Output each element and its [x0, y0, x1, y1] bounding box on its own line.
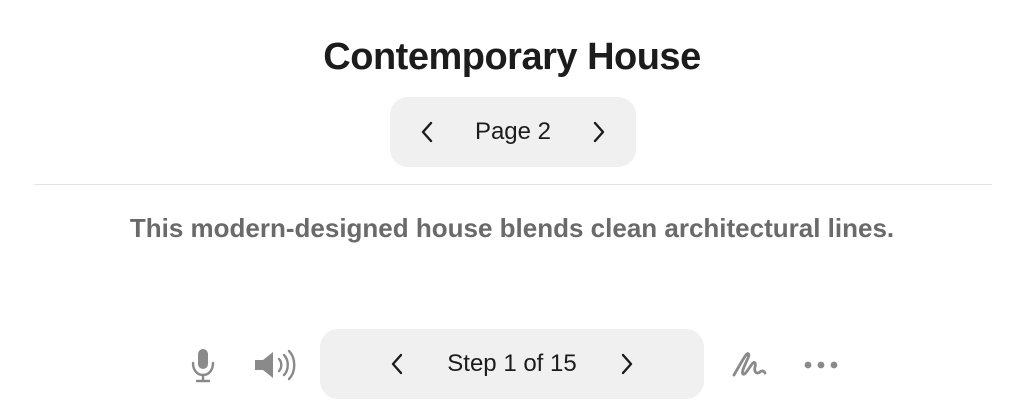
speaker-icon[interactable] — [250, 347, 300, 383]
step-label: Step 1 of 15 — [447, 350, 577, 377]
microphone-icon[interactable] — [188, 346, 218, 384]
chevron-right-icon[interactable] — [586, 119, 612, 145]
page-title: Contemporary House — [323, 36, 701, 78]
step-prev-icon[interactable] — [384, 351, 410, 377]
chevron-left-icon[interactable] — [414, 119, 440, 145]
page-pager: Page 2 — [390, 97, 636, 167]
step-pager: Step 1 of 15 — [320, 329, 704, 399]
content-card: Contemporary House Page 2 This modern-de… — [0, 0, 1024, 290]
more-icon[interactable] — [800, 352, 842, 378]
scribble-icon[interactable] — [728, 347, 770, 383]
description-text: This modern-designed house blends clean … — [129, 213, 895, 243]
app-page: Contemporary House Page 2 This modern-de… — [0, 0, 1024, 416]
step-next-icon[interactable] — [614, 351, 640, 377]
divider — [34, 184, 992, 185]
page-label: Page 2 — [474, 118, 552, 145]
